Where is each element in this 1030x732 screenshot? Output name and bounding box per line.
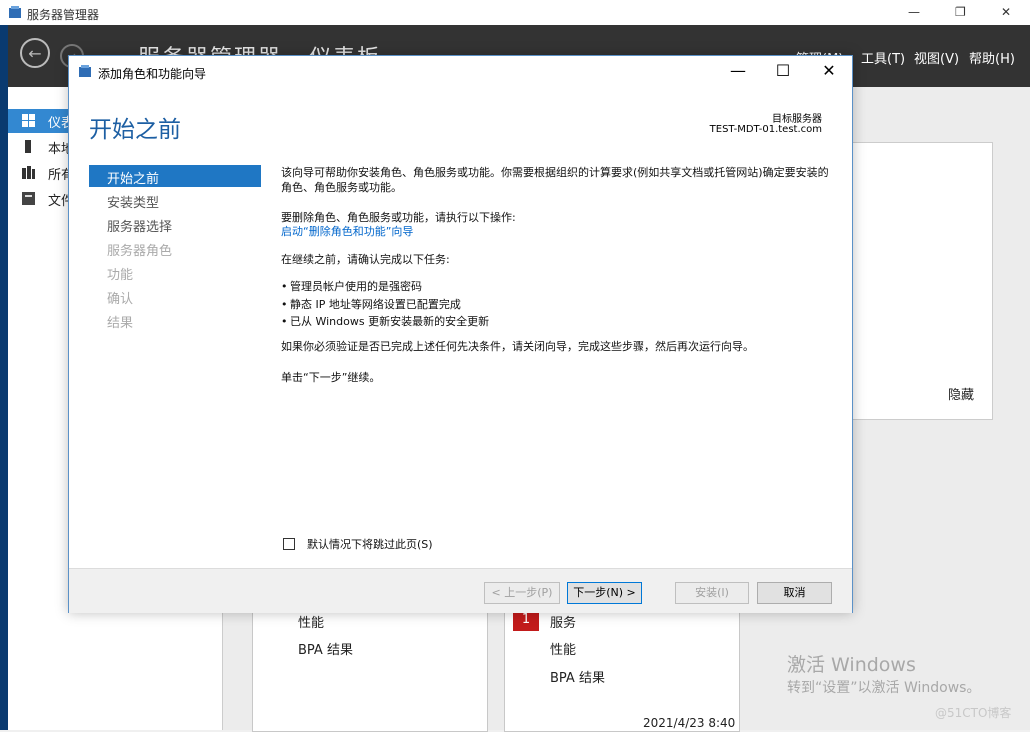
cancel-button[interactable]: 取消 xyxy=(757,582,832,604)
tile-item-bpa[interactable]: BPA 结果 xyxy=(298,639,353,658)
remove-instructions: 要删除角色、角色服务或功能，请执行以下操作: xyxy=(281,211,516,224)
server-manager-app-icon xyxy=(9,6,21,18)
step-label: 服务器角色 xyxy=(107,244,173,259)
step-label: 功能 xyxy=(107,268,134,283)
sm-close-button[interactable]: ✕ xyxy=(1001,5,1011,19)
step-server-roles: 服务器角色 xyxy=(89,237,261,259)
step-label: 结果 xyxy=(107,316,134,331)
dialog-title: 添加角色和功能向导 xyxy=(98,67,207,81)
dialog-titlebar: 添加角色和功能向导 — ☐ ✕ xyxy=(69,56,852,86)
hide-link[interactable]: 隐藏 xyxy=(948,384,974,403)
all-servers-icon xyxy=(22,166,35,179)
previous-button[interactable]: < 上一步(P) xyxy=(484,582,560,604)
server-tile-all: 服务 性能 BPA 结果 xyxy=(504,600,740,732)
step-label: 安装类型 xyxy=(107,196,160,211)
menu-tools[interactable]: 工具(T) xyxy=(861,48,905,67)
step-results: 结果 xyxy=(89,309,261,331)
step-installation-type[interactable]: 安装类型 xyxy=(89,189,261,211)
wizard-app-icon xyxy=(79,65,91,77)
file-storage-icon xyxy=(22,192,35,205)
local-server-icon xyxy=(25,140,31,153)
sm-minimize-button[interactable]: — xyxy=(908,5,920,19)
activation-title: 激活 Windows xyxy=(787,654,916,676)
watermark: @51CTO博客 xyxy=(935,706,1012,720)
skip-page-checkbox[interactable] xyxy=(283,538,295,550)
step-before-you-begin[interactable]: 开始之前 xyxy=(89,165,261,187)
server-tile-local: 性能 BPA 结果 xyxy=(252,600,488,732)
server-manager-titlebar: 服务器管理器 — ❐ ✕ xyxy=(0,0,1030,26)
skip-page-label[interactable]: 默认情况下将跳过此页(S) xyxy=(307,536,433,552)
welcome-tile xyxy=(852,142,993,420)
prereq-heading: 在继续之前，请确认完成以下任务: xyxy=(281,253,450,266)
activation-hint: 转到“设置”以激活 Windows。 xyxy=(787,680,981,696)
close-icon[interactable]: ✕ xyxy=(809,60,849,82)
add-roles-wizard-dialog: 添加角色和功能向导 — ☐ ✕ 开始之前 目标服务器 TEST-MDT-01.t… xyxy=(68,55,853,613)
verify-text: 如果你必须验证是否已完成上述任何先决条件，请关闭向导，完成这些步骤，然后再次运行… xyxy=(281,340,754,353)
step-label: 开始之前 xyxy=(107,172,160,187)
dashboard-icon xyxy=(22,114,35,127)
prereq-item: • 管理员帐户使用的是强密码 xyxy=(281,280,422,293)
intro-text: 该向导可帮助你安装角色、角色服务或功能。你需要根据组织的计算要求(例如共享文档或… xyxy=(281,166,829,194)
prereq-item: • 已从 Windows 更新安装最新的安全更新 xyxy=(281,315,490,328)
step-server-selection[interactable]: 服务器选择 xyxy=(89,213,261,235)
target-server-label: 目标服务器 xyxy=(772,114,822,125)
menu-help[interactable]: 帮助(H) xyxy=(969,48,1015,67)
step-confirmation: 确认 xyxy=(89,285,261,307)
desktop-edge xyxy=(0,25,8,730)
tile-item-services[interactable]: 服务 xyxy=(550,612,576,631)
step-label: 服务器选择 xyxy=(107,220,173,235)
sm-restore-button[interactable]: ❐ xyxy=(955,5,966,19)
server-manager-title: 服务器管理器 xyxy=(27,8,100,22)
tile-item-bpa[interactable]: BPA 结果 xyxy=(550,667,605,686)
maximize-icon[interactable]: ☐ xyxy=(763,60,803,82)
target-server-value: TEST-MDT-01.test.com xyxy=(709,124,822,135)
install-button[interactable]: 安装(I) xyxy=(675,582,749,604)
remove-roles-link[interactable]: 启动“删除角色和功能”向导 xyxy=(281,224,836,239)
menu-view[interactable]: 视图(V) xyxy=(914,48,959,67)
tile-item-performance[interactable]: 性能 xyxy=(550,639,576,658)
page-title: 开始之前 xyxy=(89,117,181,143)
prereq-item: • 静态 IP 地址等网络设置已配置完成 xyxy=(281,298,461,311)
next-button[interactable]: 下一步(N) > xyxy=(567,582,642,604)
step-features: 功能 xyxy=(89,261,261,283)
back-arrow-icon[interactable]: ← xyxy=(20,38,50,68)
tile-item-performance[interactable]: 性能 xyxy=(298,612,324,631)
timestamp: 2021/4/23 8:40 xyxy=(643,716,736,730)
step-label: 确认 xyxy=(107,292,134,307)
minimize-icon[interactable]: — xyxy=(718,60,758,82)
next-hint: 单击“下一步”继续。 xyxy=(281,371,381,384)
